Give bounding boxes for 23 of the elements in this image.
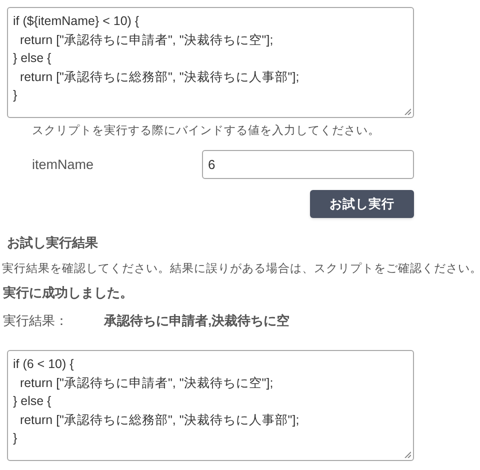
result-label: 実行結果：: [3, 312, 69, 330]
binding-input[interactable]: 6: [202, 150, 414, 180]
code-line: } else {: [13, 393, 52, 410]
result-value: 承認待ちに申請者,決裁待ちに空: [104, 312, 290, 330]
resize-grip-icon[interactable]: [404, 108, 411, 115]
code-line: }: [13, 87, 18, 104]
result-description: 実行結果を確認してください。結果に誤りがある場合は、スクリプトをご確認ください。: [2, 261, 480, 277]
code-line: return ["承認待ちに申請者", "決裁待ちに空"];: [18, 32, 274, 49]
code-line: } else {: [13, 50, 52, 67]
code-editor[interactable]: if (6 < 10) { return ["承認待ちに申請者", "決裁待ちに空"]; } else { return ["承認待ちに総務部", "決裁待ちに人事部"]; }: [7, 350, 414, 461]
bind-hint: スクリプトを実行する際にバインドする値を入力してください。: [32, 123, 380, 139]
success-message: 実行に成功しました。: [3, 284, 133, 302]
code-line: }: [13, 430, 18, 447]
section-title: お試し実行結果: [7, 234, 98, 252]
trial-run-button[interactable]: お試し実行: [310, 190, 414, 218]
code-line: if (${itemName} < 10) {: [13, 13, 140, 30]
code-line: if (6 < 10) {: [13, 356, 74, 373]
code-editor[interactable]: if (${itemName} < 10) { return ["承認待ちに申請者", "決裁待ちに空"]; } else { return ["承認待ちに総務部", "決裁待ちに人事部"]; }: [7, 7, 414, 118]
code-line: return ["承認待ちに申請者", "決裁待ちに空"];: [18, 374, 274, 392]
resize-grip-icon[interactable]: [404, 451, 411, 458]
code-line: return ["承認待ちに総務部", "決裁待ちに人事部"];: [18, 412, 300, 429]
code-line: return ["承認待ちに総務部", "決裁待ちに人事部"];: [18, 68, 300, 86]
binding-label: itemName: [32, 156, 95, 174]
